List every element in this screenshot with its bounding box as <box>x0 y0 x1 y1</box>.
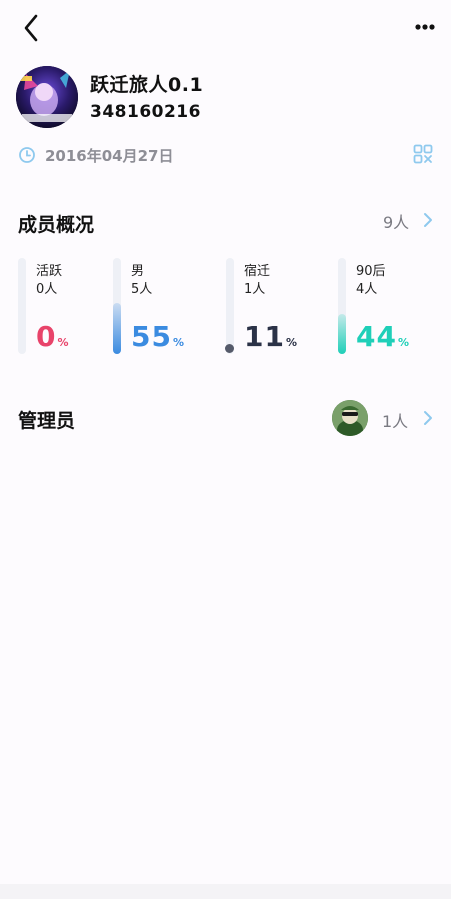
stat-percent-value: 44 <box>356 320 397 353</box>
members-section-title: 成员概况 <box>18 214 95 236</box>
stat-percent: 11% <box>244 320 298 353</box>
percent-sign: % <box>172 336 185 349</box>
admins-section-title: 管理员 <box>18 410 76 432</box>
back-arrow-icon[interactable] <box>16 10 48 46</box>
member-count[interactable]: 9人 <box>383 209 409 233</box>
stat-percent-value: 55 <box>131 320 172 353</box>
stat-male: 男 5人 55% <box>113 258 213 358</box>
more-dots-icon[interactable] <box>410 16 440 38</box>
clock-icon <box>19 147 35 163</box>
group-id: 348160216 <box>90 102 201 122</box>
stat-dot <box>225 344 234 353</box>
stat-sub: 1人 <box>244 282 266 297</box>
created-date: 2016年04月27日 <box>45 147 174 165</box>
stat-label: 90后 <box>356 264 386 279</box>
stat-percent: 44% <box>356 320 410 353</box>
stat-active: 活跃 0人 0% <box>18 258 118 358</box>
stat-track <box>18 258 26 354</box>
qr-code-icon[interactable] <box>413 144 433 164</box>
stat-percent: 55% <box>131 320 185 353</box>
percent-sign: % <box>397 336 410 349</box>
stat-post90: 90后 4人 44% <box>338 258 438 358</box>
bottom-bar <box>0 884 451 899</box>
group-info-page: 跃迁旅人0.1 348160216 2016年04月27日 成员概况 9人 活跃… <box>0 0 451 899</box>
stat-label: 宿迁 <box>244 264 271 279</box>
stat-track <box>226 258 234 354</box>
stat-fill <box>113 303 121 354</box>
group-avatar[interactable] <box>16 66 78 128</box>
stat-percent-value: 0 <box>36 320 57 353</box>
stat-sub: 4人 <box>356 282 378 297</box>
admin-avatar[interactable] <box>332 400 368 436</box>
stat-percent-value: 11 <box>244 320 285 353</box>
chevron-right-icon[interactable] <box>423 410 433 426</box>
stat-sub: 5人 <box>131 282 153 297</box>
group-name: 跃迁旅人0.1 <box>90 74 204 96</box>
admin-count[interactable]: 1人 <box>382 408 408 432</box>
percent-sign: % <box>285 336 298 349</box>
stat-percent: 0% <box>36 320 70 353</box>
percent-sign: % <box>57 336 70 349</box>
top-bar <box>0 0 451 56</box>
stat-fill <box>338 314 346 354</box>
stat-label: 男 <box>131 264 145 279</box>
chevron-right-icon[interactable] <box>423 212 433 228</box>
stat-sub: 0人 <box>36 282 58 297</box>
stat-suqian: 宿迁 1人 11% <box>225 258 326 358</box>
stat-label: 活跃 <box>36 264 63 279</box>
